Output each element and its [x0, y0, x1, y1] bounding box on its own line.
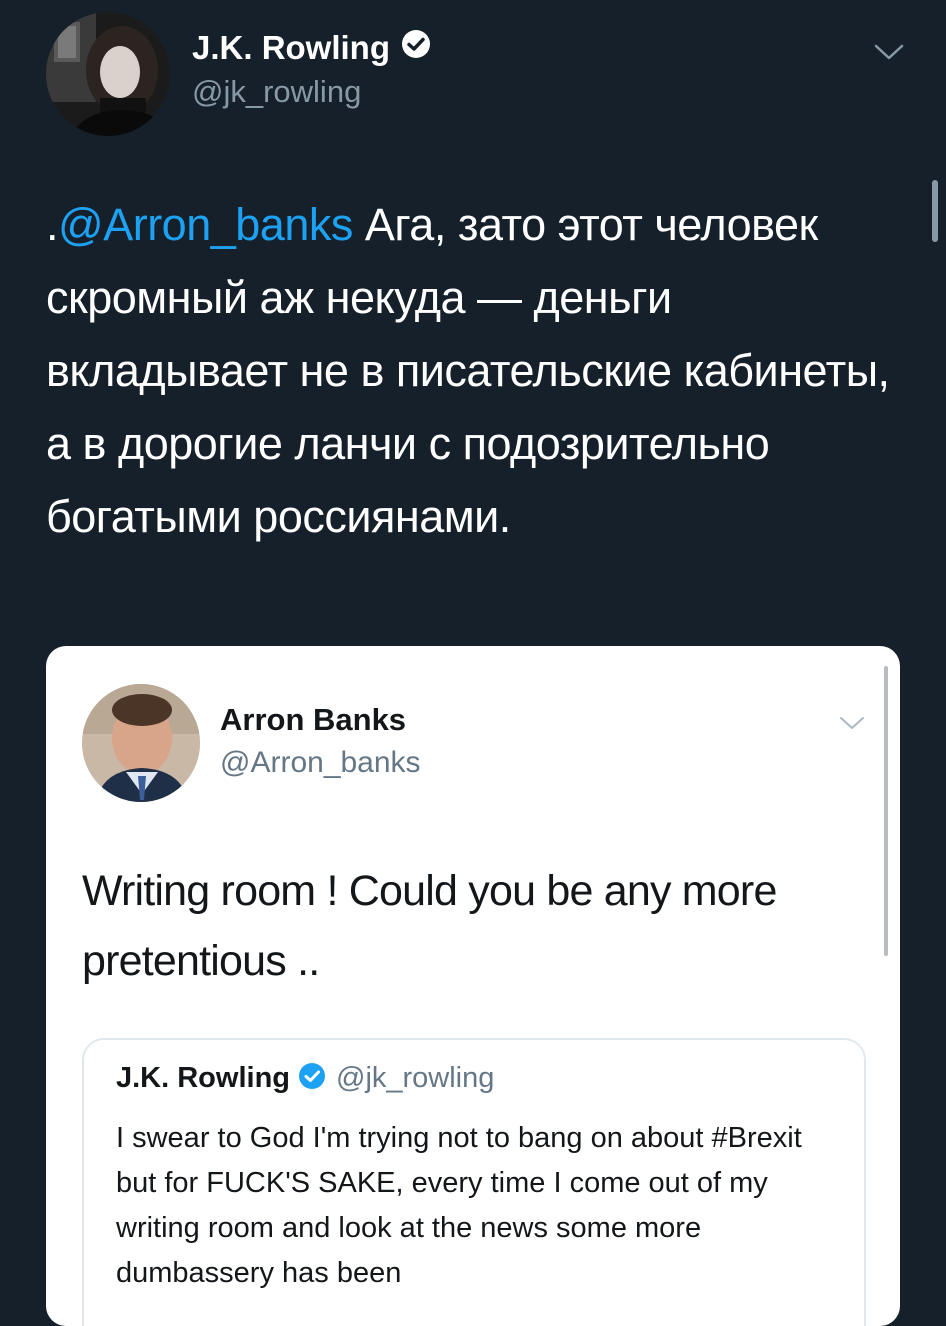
author-avatar-image	[46, 12, 170, 136]
verified-badge-icon	[400, 28, 432, 68]
quoted-author-name: J.K. Rowling	[116, 1062, 290, 1094]
author-avatar[interactable]	[46, 12, 170, 136]
author-name-text: J.K. Rowling	[192, 29, 390, 66]
author-name[interactable]: J.K. Rowling	[192, 28, 432, 68]
attached-image[interactable]: Arron Banks @Arron_banks Writing room ! …	[46, 646, 900, 1326]
image-scrollbar	[884, 666, 888, 956]
mention-link[interactable]: @Arron_banks	[58, 199, 353, 250]
embedded-author-handle: @Arron_banks	[220, 746, 421, 779]
embedded-chevron-down-icon	[838, 714, 866, 732]
chevron-down-icon[interactable]	[872, 40, 906, 64]
embedded-author-name: Arron Banks	[220, 702, 407, 737]
embedded-author-avatar	[82, 684, 200, 802]
quoted-verified-badge-icon	[298, 1062, 326, 1095]
quoted-tweet-text: I swear to God I'm trying not to bang on…	[116, 1122, 802, 1289]
tweet-text-prefix: .	[46, 199, 59, 250]
author-handle[interactable]: @jk_rowling	[192, 74, 361, 110]
tweet-text-body: Ага, зато этот человек скромный аж некуд…	[46, 199, 890, 542]
quoted-author-handle: @jk_rowling	[336, 1062, 495, 1094]
page-scrollbar[interactable]	[932, 180, 938, 242]
quoted-tweet-header: J.K. Rowling @jk_rowling	[116, 1062, 494, 1095]
tweet-text: .@Arron_banks Ага, зато этот человек скр…	[46, 188, 906, 553]
embedded-tweet-text: Writing room ! Could you be any more pre…	[82, 867, 777, 985]
embedded-quoted-tweet: J.K. Rowling @jk_rowling I swear to God …	[82, 1038, 866, 1326]
